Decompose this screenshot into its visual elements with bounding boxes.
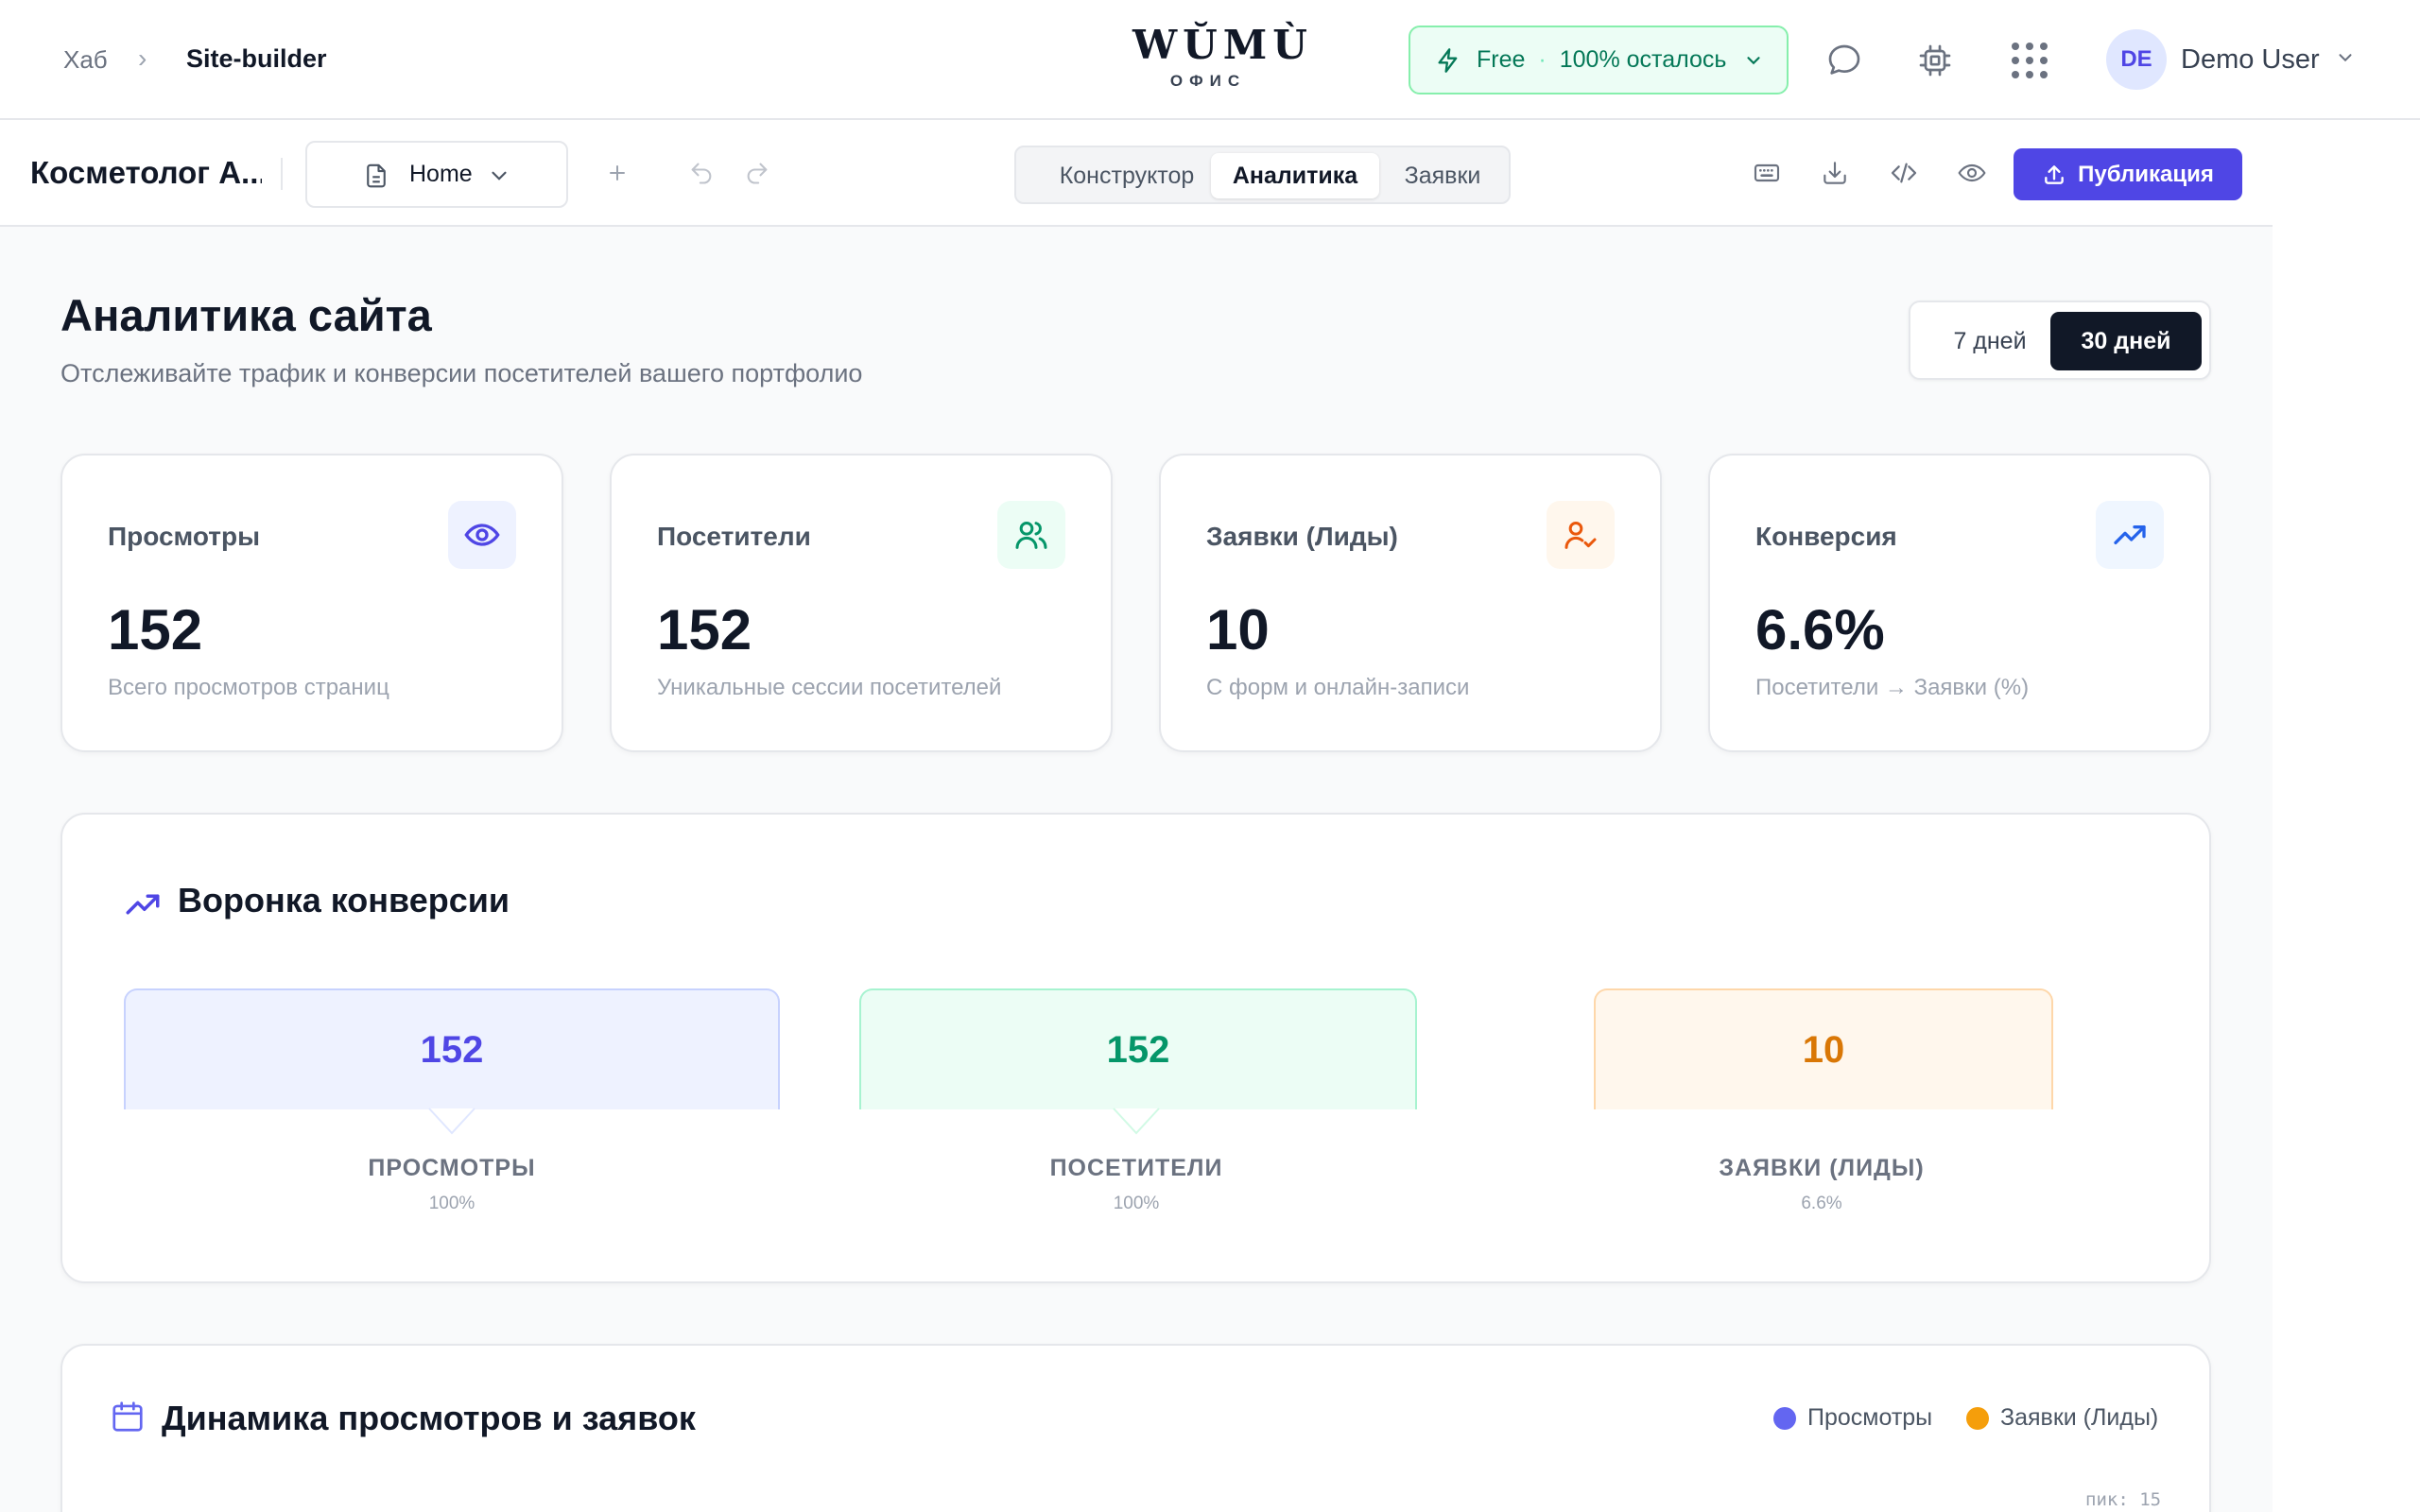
conversion-funnel-card: Воронка конверсии 152 ПРОСМОТРЫ 100% 152… bbox=[60, 813, 2211, 1283]
lightning-icon bbox=[1438, 47, 1458, 73]
stat-note: С форм и онлайн-записи bbox=[1206, 675, 1470, 700]
chevron-down-icon bbox=[492, 171, 507, 180]
page-select-value: Home bbox=[409, 161, 473, 187]
apps-grid-icon[interactable] bbox=[2007, 38, 2052, 83]
code-view-button[interactable] bbox=[1887, 156, 1921, 190]
stat-card-views: Просмотры 152 Всего просмотров страниц bbox=[60, 454, 563, 752]
tab-constructor[interactable]: Конструктор bbox=[1028, 153, 1226, 198]
legend-label: Просмотры bbox=[1807, 1404, 1933, 1431]
redo-button[interactable] bbox=[740, 156, 774, 190]
funnel-step-views: 152 bbox=[124, 988, 780, 1109]
trending-up-icon bbox=[126, 894, 160, 915]
stat-card-visitors: Посетители 152 Уникальные сессии посетит… bbox=[610, 454, 1113, 752]
stat-card-conversion: Конверсия 6.6% Посетители → Заявки (%) bbox=[1708, 454, 2211, 752]
chat-bubble-icon[interactable] bbox=[1822, 38, 1867, 83]
stat-label: Посетители bbox=[657, 522, 811, 551]
funnel-step-percent: 100% bbox=[428, 1194, 475, 1213]
chevron-down-icon bbox=[1747, 56, 1761, 64]
publish-button[interactable]: Публикация bbox=[2014, 148, 2242, 200]
range-30-days-button[interactable]: 30 дней bbox=[2050, 312, 2202, 370]
redo-icon bbox=[747, 163, 768, 184]
undo-button[interactable] bbox=[684, 156, 718, 190]
plan-usage-button[interactable]: Free · 100% осталось bbox=[1409, 26, 1789, 94]
stat-value: 152 bbox=[657, 598, 752, 662]
page-title: Аналитика сайта bbox=[60, 290, 432, 340]
page-select[interactable]: Home bbox=[305, 141, 568, 208]
dynamics-title: Динамика просмотров и заявок bbox=[162, 1399, 696, 1437]
range-7-days-button[interactable]: 7 дней bbox=[1924, 312, 2056, 370]
user-avatar[interactable]: DE bbox=[2106, 29, 2167, 90]
funnel-step-label: ПРОСМОТРЫ bbox=[368, 1155, 536, 1181]
chip-icon[interactable] bbox=[1912, 38, 1958, 83]
user-name[interactable]: Demo User bbox=[2181, 44, 2320, 76]
funnel-arrow bbox=[1113, 1108, 1160, 1135]
date-range-switch: 7 дней 30 дней bbox=[1909, 301, 2211, 380]
funnel-arrow bbox=[428, 1108, 475, 1135]
page-subtitle: Отслеживайте трафик и конверсии посетите… bbox=[60, 359, 863, 387]
right-gutter bbox=[2273, 120, 2420, 1512]
download-icon bbox=[1824, 162, 1846, 184]
stat-value: 6.6% bbox=[1755, 598, 1885, 662]
legend-item: Просмотры bbox=[1773, 1404, 1932, 1432]
funnel-step-leads: 10 bbox=[1594, 988, 2053, 1109]
editor-toolbar: Косметолог А... Home Конструктор Аналити… bbox=[0, 120, 2273, 227]
upload-icon bbox=[2045, 164, 2064, 184]
dynamics-card: Динамика просмотров и заявок Просмотры З… bbox=[60, 1344, 2211, 1512]
funnel-title: Воронка конверсии bbox=[178, 881, 510, 919]
top-bar: Хаб › Site-builder WŬMÙ ОФИС Free · 100%… bbox=[0, 0, 2420, 120]
stat-label: Просмотры bbox=[108, 522, 261, 551]
logo-subtitle: ОФИС bbox=[1169, 72, 1247, 90]
view-mode-tabs: Конструктор Аналитика Заявки bbox=[1014, 146, 1511, 204]
undo-icon bbox=[691, 163, 712, 184]
stat-note: Всего просмотров страниц bbox=[108, 675, 389, 700]
trending-up-icon bbox=[2096, 501, 2164, 569]
legend-swatch bbox=[1773, 1406, 1796, 1430]
eye-icon bbox=[448, 501, 516, 569]
keyboard-icon bbox=[1754, 163, 1780, 182]
site-name[interactable]: Косметолог А... bbox=[30, 155, 262, 191]
legend-item: Заявки (Лиды) bbox=[1966, 1404, 2158, 1432]
breadcrumb-separator: › bbox=[138, 43, 147, 73]
eye-icon bbox=[1958, 163, 1986, 182]
document-icon bbox=[367, 163, 386, 188]
export-button[interactable] bbox=[1818, 156, 1852, 190]
calendar-icon bbox=[112, 1401, 143, 1432]
code-icon bbox=[1891, 163, 1917, 183]
plus-icon bbox=[610, 165, 625, 180]
legend-label: Заявки (Лиды) bbox=[2000, 1404, 2159, 1431]
app-logo[interactable]: WŬMÙ ОФИС bbox=[1132, 22, 1313, 91]
add-page-button[interactable] bbox=[600, 156, 634, 190]
breadcrumb-current: Site-builder bbox=[186, 44, 327, 73]
publish-label: Публикация bbox=[2078, 161, 2214, 187]
analytics-panel: Аналитика сайта Отслеживайте трафик и ко… bbox=[0, 227, 2273, 1512]
breadcrumb-hub-link[interactable]: Хаб bbox=[63, 45, 108, 75]
tab-leads[interactable]: Заявки bbox=[1381, 153, 1504, 198]
funnel-step-label: ПОСЕТИТЕЛИ bbox=[1049, 1155, 1223, 1181]
plan-remaining: 100% осталось bbox=[1559, 46, 1727, 73]
stat-card-leads: Заявки (Лиды) 10 С форм и онлайн-записи bbox=[1159, 454, 1662, 752]
toolbar-divider bbox=[281, 158, 283, 190]
stat-label: Конверсия bbox=[1755, 522, 1897, 551]
stat-note: Уникальные сессии посетителей bbox=[657, 675, 1002, 700]
chart-peak-label: пик: 15 bbox=[2085, 1489, 2162, 1510]
chevron-down-icon[interactable] bbox=[2335, 47, 2356, 68]
funnel-step-visitors: 152 bbox=[859, 988, 1417, 1109]
user-check-icon bbox=[1547, 501, 1615, 569]
funnel-step-percent: 6.6% bbox=[1801, 1194, 1842, 1213]
plan-separator: · bbox=[1538, 46, 1547, 73]
logo-wordmark: WŬMÙ bbox=[1132, 22, 1313, 68]
preview-button[interactable] bbox=[1955, 156, 1989, 190]
legend-swatch bbox=[1966, 1406, 1989, 1430]
stat-note: Посетители → Заявки (%) bbox=[1755, 675, 2030, 700]
keyboard-shortcuts-button[interactable] bbox=[1750, 156, 1784, 190]
users-icon bbox=[997, 501, 1065, 569]
funnel-step-percent: 100% bbox=[1113, 1194, 1160, 1213]
tab-analytics[interactable]: Аналитика bbox=[1211, 153, 1379, 198]
stat-label: Заявки (Лиды) bbox=[1206, 522, 1398, 551]
plan-name: Free bbox=[1477, 46, 1526, 73]
funnel-step-label: ЗАЯВКИ (ЛИДЫ) bbox=[1719, 1155, 1925, 1181]
stat-value: 152 bbox=[108, 598, 203, 662]
stat-value: 10 bbox=[1206, 598, 1270, 662]
